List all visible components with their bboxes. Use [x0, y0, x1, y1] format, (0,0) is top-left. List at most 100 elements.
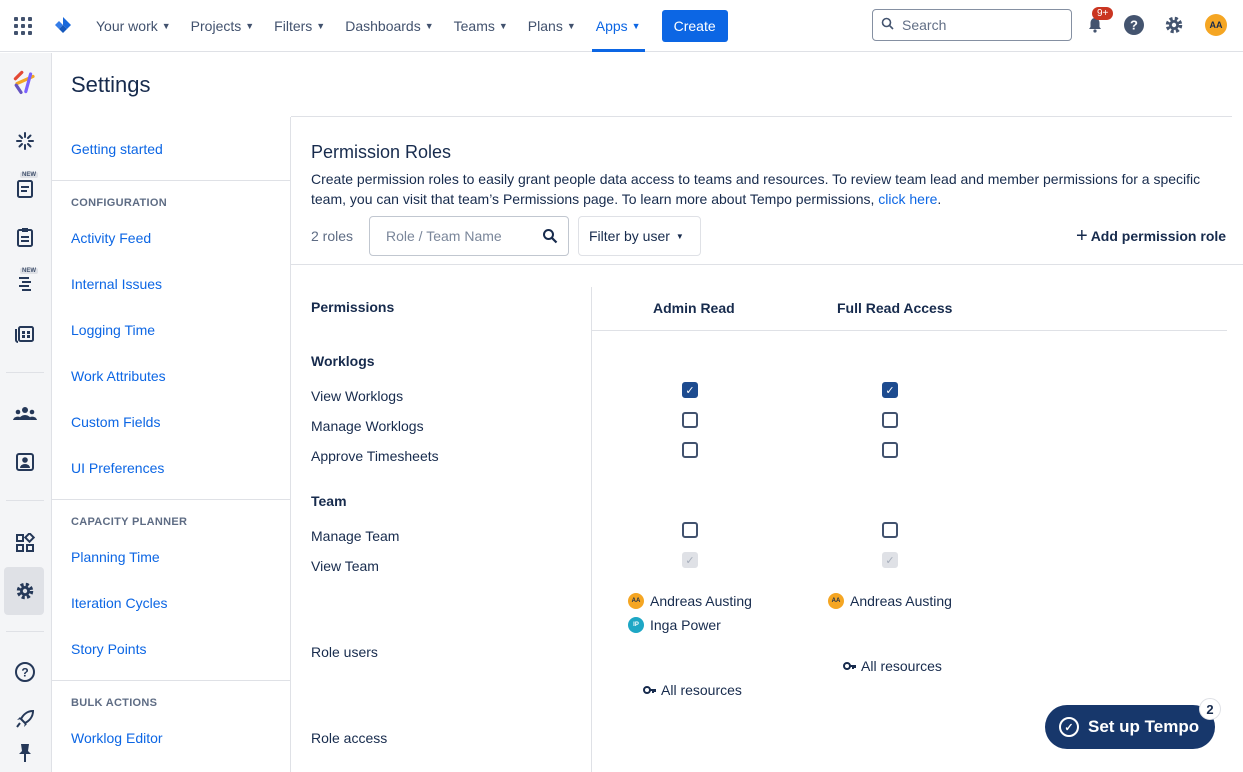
user-name: Andreas Austing	[650, 593, 752, 609]
search-placeholder: Search	[902, 17, 947, 33]
section-heading-configuration: CONFIGURATION	[71, 197, 167, 209]
calendar-grid-icon[interactable]	[13, 321, 37, 345]
nav-plans[interactable]: Plans ▼	[518, 0, 586, 52]
nav-internal-issues[interactable]: Internal Issues	[71, 276, 162, 292]
tempo-left-rail: NEW NEW ?	[0, 53, 52, 772]
notifications-bell-icon[interactable]: 9+	[1084, 7, 1114, 36]
rocket-icon[interactable]	[13, 707, 37, 731]
chevron-down-icon: ▼	[498, 20, 508, 31]
role-users-label: Role users	[311, 644, 378, 660]
role-user-item[interactable]: AA Andreas Austing	[828, 593, 952, 609]
checkbox-view-worklogs-admin-read[interactable]: ✓	[682, 382, 698, 398]
nav-label: Projects	[190, 17, 242, 34]
nav-projects[interactable]: Projects ▼	[181, 0, 265, 52]
perm-manage-worklogs: Manage Worklogs	[311, 418, 424, 434]
chevron-down-icon: ▼	[631, 20, 641, 31]
nav-label: Teams	[453, 17, 495, 34]
avatar: AA	[828, 593, 844, 609]
checkbox-manage-team-full-read[interactable]	[882, 522, 898, 538]
divider	[52, 180, 291, 181]
nav-work-attributes[interactable]: Work Attributes	[71, 368, 166, 384]
settings-gear-icon[interactable]	[1163, 14, 1185, 36]
svg-text:?: ?	[1130, 18, 1138, 33]
key-icon	[643, 682, 657, 698]
checkbox-approve-timesheets-full-read[interactable]	[882, 442, 898, 458]
team-icon[interactable]	[13, 402, 37, 426]
timesheet-icon[interactable]	[13, 177, 37, 201]
nav-getting-started[interactable]: Getting started	[71, 141, 163, 157]
nav-ui-preferences[interactable]: UI Preferences	[71, 460, 164, 476]
role-user-item[interactable]: AA Andreas Austing	[628, 593, 752, 609]
checkbox-approve-timesheets-admin-read[interactable]	[682, 442, 698, 458]
app-switcher-icon[interactable]	[14, 16, 38, 35]
nav-your-work[interactable]: Your work ▼	[86, 0, 181, 52]
nav-label: Filters	[274, 17, 313, 34]
perm-view-team: View Team	[311, 558, 379, 574]
nav-teams[interactable]: Teams ▼	[444, 0, 518, 52]
contact-card-icon[interactable]	[13, 450, 37, 474]
help-icon[interactable]: ?	[1123, 14, 1145, 36]
section-heading-bulk-actions: BULK ACTIONS	[71, 697, 158, 709]
help-icon[interactable]: ?	[13, 660, 37, 684]
checkmark-circle-icon: ✓	[1059, 717, 1079, 737]
tempo-logo-icon[interactable]	[13, 70, 37, 94]
nav-label: Plans	[527, 17, 563, 34]
rail-divider	[6, 631, 44, 632]
add-permission-role-button[interactable]: + Add permission role	[1076, 225, 1226, 247]
nav-filters[interactable]: Filters ▼	[264, 0, 335, 52]
description-text: Create permission roles to easily grant …	[311, 171, 1201, 207]
search-icon	[881, 17, 894, 33]
apps-icon[interactable]	[13, 531, 37, 555]
perm-approve-timesheets: Approve Timesheets	[311, 448, 439, 464]
setup-label: Set up Tempo	[1088, 717, 1200, 736]
pin-icon[interactable]	[13, 741, 37, 765]
role-header-admin-read[interactable]: Admin Read	[653, 300, 735, 316]
chevron-down-icon: ▼	[566, 20, 576, 31]
section-title: Permission Roles	[311, 142, 452, 162]
role-team-search-input[interactable]: Role / Team Name	[369, 216, 569, 256]
chevron-down-icon: ▼	[245, 20, 255, 31]
clipboard-icon[interactable]	[13, 225, 37, 249]
create-button[interactable]: Create	[661, 9, 728, 42]
perm-view-worklogs: View Worklogs	[311, 388, 404, 404]
nav-logging-time[interactable]: Logging Time	[71, 322, 155, 338]
nav-iteration-cycles[interactable]: Iteration Cycles	[71, 595, 167, 611]
divider	[291, 264, 1243, 265]
divider	[52, 680, 291, 681]
user-avatar[interactable]: AA	[1205, 14, 1227, 36]
filter-by-user-dropdown[interactable]: Filter by user ▼	[578, 216, 701, 256]
chevron-down-icon: ▼	[424, 20, 434, 31]
nav-label: Dashboards	[345, 17, 421, 34]
checkbox-manage-worklogs-full-read[interactable]	[882, 412, 898, 428]
learn-more-link[interactable]: click here	[878, 191, 937, 207]
access-text: All resources	[861, 658, 942, 674]
planner-icon[interactable]	[13, 272, 37, 296]
divider	[52, 499, 291, 500]
page-title: Settings	[71, 72, 151, 97]
divider	[291, 116, 1232, 117]
checkbox-view-worklogs-full-read[interactable]: ✓	[882, 382, 898, 398]
checkbox-manage-worklogs-admin-read[interactable]	[682, 412, 698, 428]
primary-nav: Your work ▼ Projects ▼ Filters ▼ Dashboards…	[86, 0, 651, 52]
plus-icon: +	[1076, 225, 1088, 247]
nav-worklog-editor[interactable]: Worklog Editor	[71, 730, 163, 746]
nav-story-points[interactable]: Story Points	[71, 641, 146, 657]
activity-icon[interactable]	[13, 129, 37, 153]
section-description: Create permission roles to easily grant …	[311, 171, 1201, 207]
nav-activity-feed[interactable]: Activity Feed	[71, 230, 151, 246]
key-icon	[843, 658, 857, 674]
role-header-full-read-access[interactable]: Full Read Access	[837, 300, 952, 316]
nav-apps[interactable]: Apps ▼	[586, 0, 651, 52]
user-name: Inga Power	[650, 617, 721, 633]
gear-icon[interactable]	[13, 579, 37, 603]
nav-dashboards[interactable]: Dashboards ▼	[335, 0, 443, 52]
role-user-item[interactable]: IP Inga Power	[628, 617, 721, 633]
nav-custom-fields[interactable]: Custom Fields	[71, 414, 160, 430]
search-input[interactable]: Search	[872, 9, 1072, 41]
jira-logo-icon[interactable]	[52, 15, 74, 37]
nav-planning-time[interactable]: Planning Time	[71, 549, 160, 565]
nav-label: Your work	[96, 17, 158, 34]
set-up-tempo-button[interactable]: ✓ Set up Tempo	[1045, 705, 1215, 749]
avatar: AA	[628, 593, 644, 609]
checkbox-manage-team-admin-read[interactable]	[682, 522, 698, 538]
